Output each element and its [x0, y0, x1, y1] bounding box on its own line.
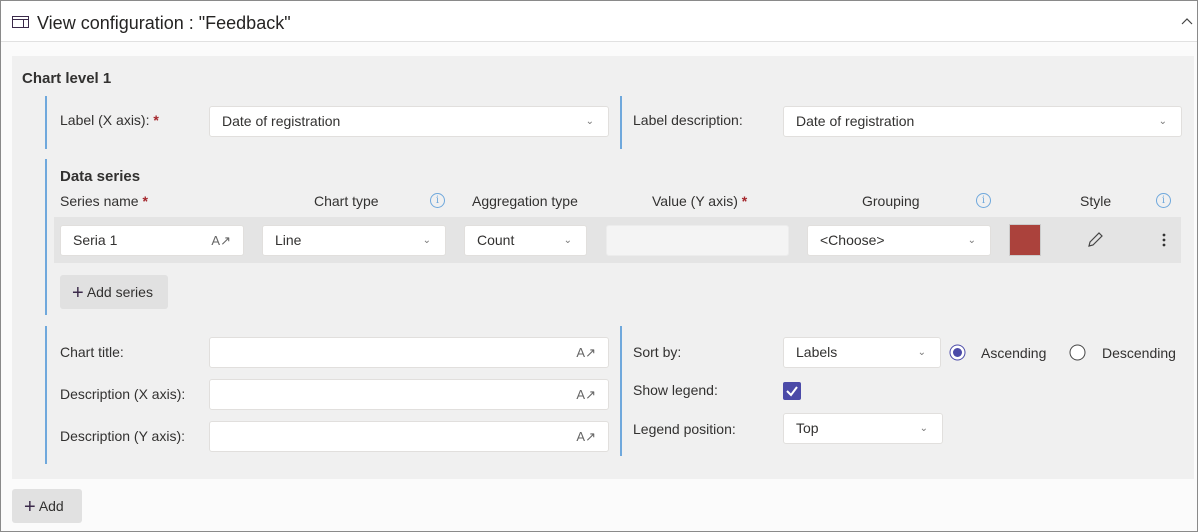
desc-y-input[interactable]: A↗	[209, 421, 609, 452]
desc-x-label: Description (X axis):	[60, 386, 186, 402]
info-icon[interactable]: i	[976, 193, 991, 208]
panel-icon	[12, 16, 29, 28]
divider	[620, 326, 622, 456]
show-legend-label: Show legend:	[633, 382, 718, 398]
chevron-down-icon: ⌄	[919, 423, 928, 434]
plus-icon: +	[24, 496, 36, 518]
divider	[45, 159, 47, 315]
chevron-down-icon: ⌄	[1158, 116, 1167, 127]
chevron-up-icon[interactable]	[1181, 17, 1193, 25]
chevron-down-icon: ⌄	[422, 235, 431, 246]
show-legend-checkbox[interactable]	[783, 382, 801, 400]
desc-y-label: Description (Y axis):	[60, 428, 186, 444]
translate-icon[interactable]: A↗	[576, 422, 596, 451]
chevron-down-icon: ⌄	[563, 235, 572, 246]
pencil-icon[interactable]	[1087, 231, 1104, 248]
grouping-header: Grouping	[862, 193, 920, 209]
style-header: Style	[1080, 193, 1112, 209]
sort-by-select[interactable]: Labels ⌄	[783, 337, 941, 368]
chevron-down-icon: ⌄	[585, 116, 594, 127]
label-x-label: Label (X axis): *	[60, 112, 159, 128]
label-description-label: Label description:	[633, 112, 743, 128]
translate-icon[interactable]: A↗	[576, 380, 596, 409]
data-series-title: Data series	[60, 168, 141, 185]
aggregation-header: Aggregation type	[472, 193, 578, 209]
aggregation-select[interactable]: Count ⌄	[464, 225, 587, 256]
translate-icon[interactable]: A↗	[211, 226, 231, 255]
label-x-select[interactable]: Date of registration ⌄	[209, 106, 609, 137]
value-input[interactable]	[606, 225, 789, 256]
plus-icon: +	[72, 282, 84, 304]
chart-type-header: Chart type	[314, 193, 379, 209]
legend-position-label: Legend position:	[633, 421, 736, 437]
desc-x-input[interactable]: A↗	[209, 379, 609, 410]
value-header: Value (Y axis) *	[652, 193, 748, 209]
header: View configuration : "Feedback"	[1, 1, 1197, 42]
descending-label: Descending	[1102, 345, 1176, 361]
info-icon[interactable]: i	[430, 193, 445, 208]
grouping-select[interactable]: <Choose> ⌄	[807, 225, 991, 256]
sort-by-label: Sort by:	[633, 344, 682, 360]
chevron-down-icon: ⌄	[917, 347, 926, 358]
window-title: View configuration : "Feedback"	[37, 13, 291, 33]
chevron-down-icon: ⌄	[967, 235, 976, 246]
radio-ascending[interactable]	[949, 344, 966, 361]
divider	[45, 96, 47, 149]
legend-position-select[interactable]: Top ⌄	[783, 413, 943, 444]
label-description-select[interactable]: Date of registration ⌄	[783, 106, 1182, 137]
series-name-header: Series name *	[60, 193, 148, 209]
series-name-input[interactable]: Seria 1 A↗	[60, 225, 244, 256]
add-button[interactable]: + Add	[12, 489, 82, 523]
view-configuration-window: View configuration : "Feedback" Chart le…	[0, 0, 1198, 532]
more-options-icon[interactable]	[1161, 232, 1167, 248]
chart-title-label: Chart title:	[60, 344, 124, 360]
divider	[620, 96, 622, 149]
ascending-label: Ascending	[981, 345, 1047, 361]
chart-title-input[interactable]: A↗	[209, 337, 609, 368]
add-series-button[interactable]: + Add series	[60, 275, 168, 309]
chart-type-select[interactable]: Line ⌄	[262, 225, 446, 256]
translate-icon[interactable]: A↗	[576, 338, 596, 367]
divider	[45, 326, 47, 464]
color-swatch[interactable]	[1009, 224, 1041, 256]
chart-level-title: Chart level 1	[22, 70, 112, 87]
radio-descending[interactable]	[1069, 344, 1086, 361]
info-icon[interactable]: i	[1156, 193, 1171, 208]
